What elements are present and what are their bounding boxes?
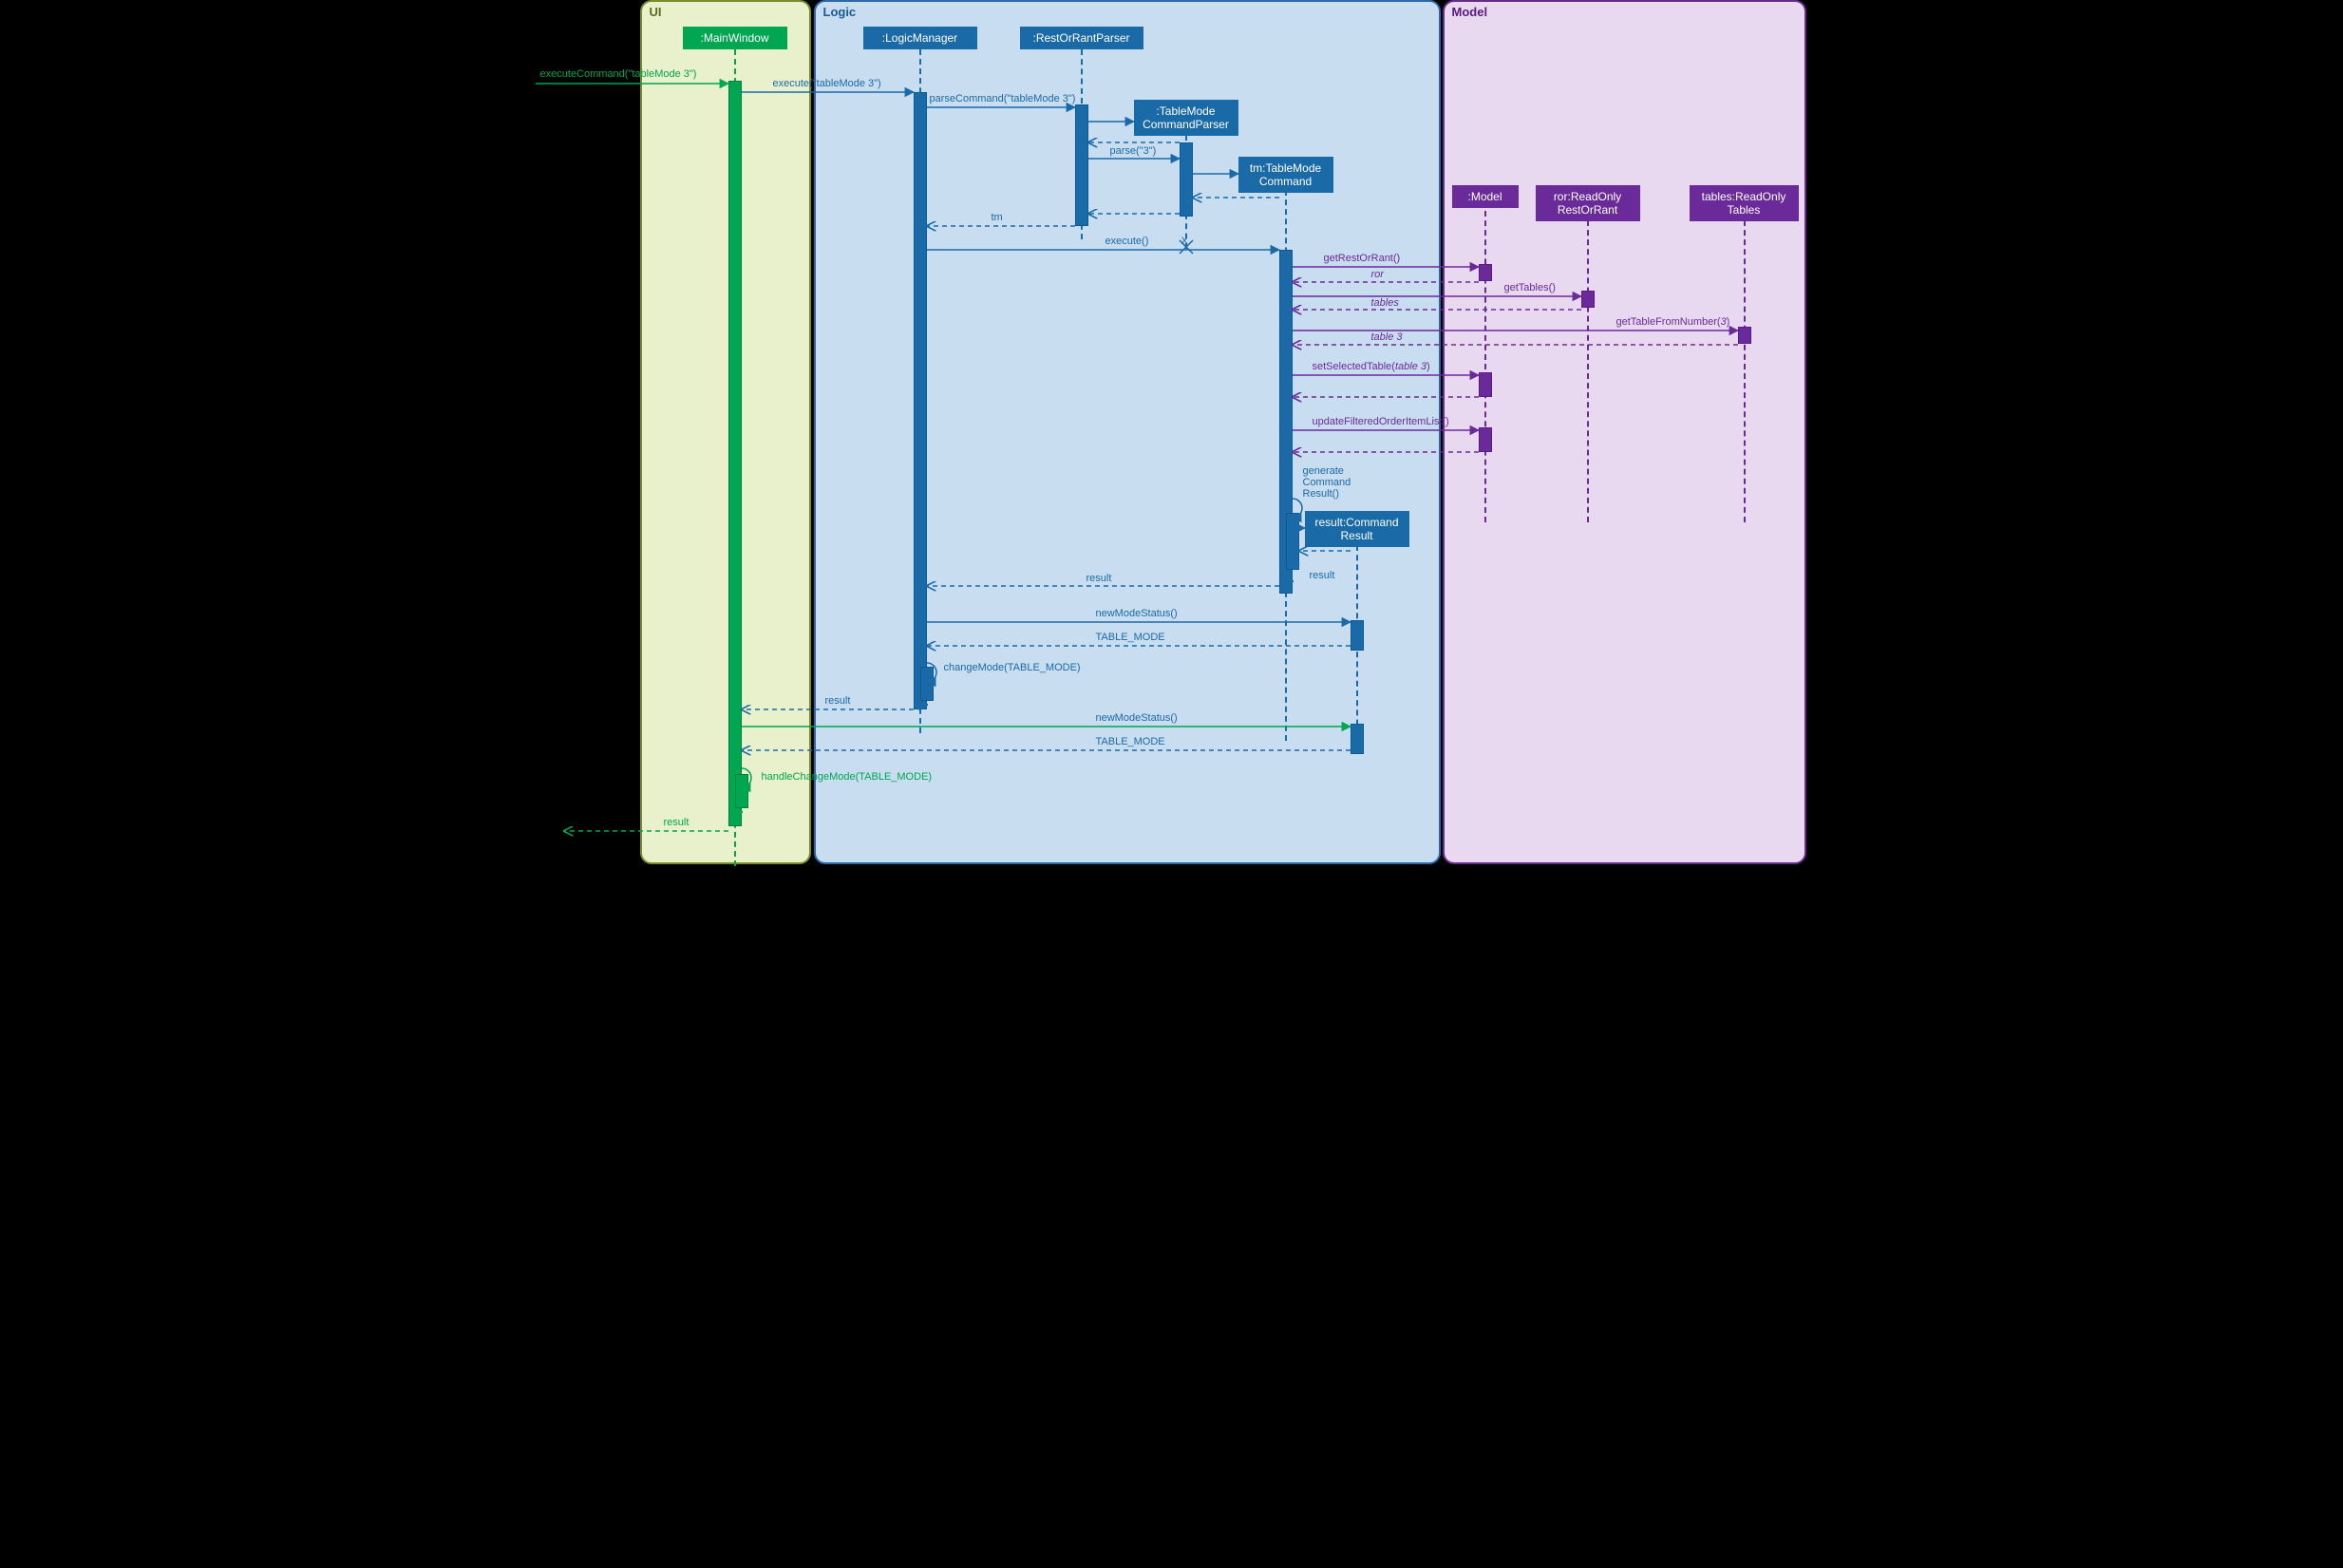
msg-parse-command: parseCommand("tableMode 3") xyxy=(930,93,1076,104)
arrows-svg xyxy=(536,0,1808,869)
msg-get-ror: getRestOrRant() xyxy=(1324,253,1401,264)
msg-execute2: execute() xyxy=(1105,236,1149,247)
msg-tables-return: tables xyxy=(1371,297,1399,309)
msg-new-mode-status: newModeStatus() xyxy=(1096,608,1178,619)
msg-parse: parse("3") xyxy=(1110,145,1157,157)
msg-result2: result xyxy=(825,695,851,707)
msg-table-mode2: TABLE_MODE xyxy=(1096,736,1165,747)
msg-update-filtered: updateFilteredOrderItemList() xyxy=(1313,416,1449,427)
msg-handle-change-mode: handleChangeMode(TABLE_MODE) xyxy=(762,771,933,783)
msg-generate: generate Command Result() xyxy=(1303,465,1351,500)
msg-set-selected: setSelectedTable(table 3) xyxy=(1313,361,1430,372)
msg-table-mode: TABLE_MODE xyxy=(1096,632,1165,643)
msg-get-tables: getTables() xyxy=(1504,282,1556,293)
msg-result: result xyxy=(1086,573,1112,584)
msg-change-mode: changeMode(TABLE_MODE) xyxy=(944,662,1081,673)
msg-execute-command: executeCommand("tableMode 3") xyxy=(540,68,697,80)
msg-new-mode-status2: newModeStatus() xyxy=(1096,712,1178,724)
msg-execute: execute("tableMode 3") xyxy=(773,78,881,89)
msg-result-final: result xyxy=(664,817,690,828)
msg-table3-return: table 3 xyxy=(1371,331,1403,343)
msg-tm: tm xyxy=(992,212,1003,223)
msg-get-table-from-number: getTableFromNumber(3) xyxy=(1616,316,1730,328)
msg-result-inner: result xyxy=(1310,570,1335,581)
msg-ror-return: ror xyxy=(1371,269,1384,280)
